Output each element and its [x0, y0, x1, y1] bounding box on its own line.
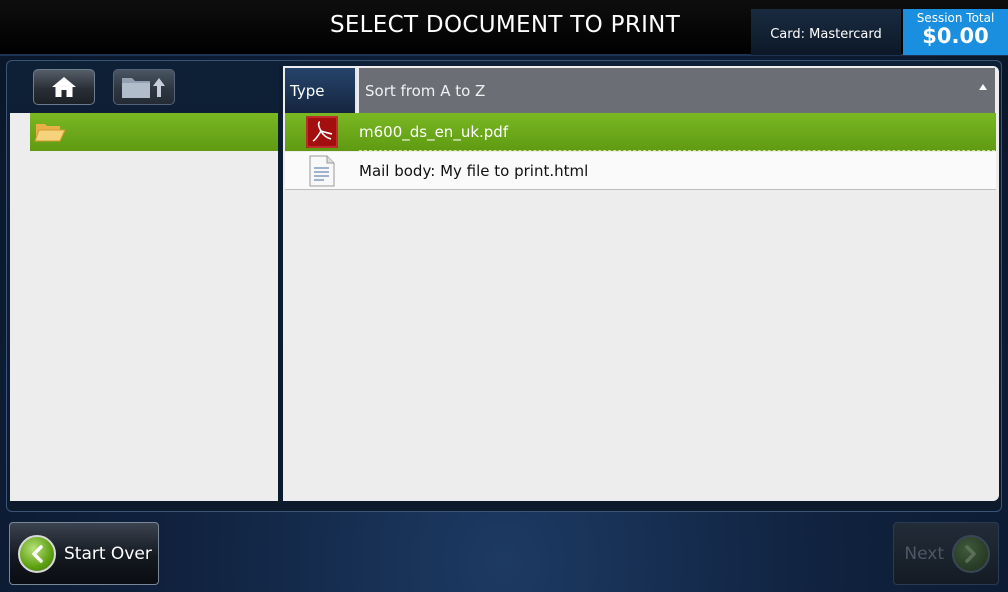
home-button[interactable]	[33, 69, 95, 105]
folder-up-icon	[122, 78, 165, 98]
start-over-label: Start Over	[64, 543, 152, 564]
folder-up-button[interactable]	[113, 69, 175, 105]
forward-arrow-icon	[952, 534, 990, 573]
start-over-button[interactable]: Start Over	[9, 522, 159, 585]
back-arrow-icon	[18, 534, 56, 573]
open-folder-icon	[34, 124, 66, 142]
type-column-header[interactable]: Type	[285, 68, 357, 113]
next-label: Next	[904, 543, 944, 564]
folder-tree-item[interactable]	[30, 113, 278, 151]
session-total-box: Session Total $0.00	[903, 9, 1008, 55]
sort-ascending-icon	[979, 84, 987, 90]
file-name: Mail body: My file to print.html	[359, 161, 589, 180]
file-row[interactable]: Mail body: My file to print.html	[285, 152, 996, 190]
name-sort-label: Sort from A to Z	[365, 81, 486, 100]
name-sort-column-header[interactable]: Sort from A to Z	[359, 68, 995, 113]
session-total-amount: $0.00	[922, 24, 989, 48]
card-info: Card: Mastercard	[751, 9, 901, 55]
session-total-label: Session Total	[916, 11, 995, 25]
home-icon	[52, 77, 76, 97]
folder-tree-panel	[10, 113, 278, 501]
file-row[interactable]: m600_ds_en_uk.pdf	[285, 113, 996, 151]
pdf-icon	[306, 116, 338, 148]
document-icon	[309, 155, 335, 186]
next-button[interactable]: Next	[893, 522, 999, 585]
header-bar: SELECT DOCUMENT TO PRINT Card: Mastercar…	[0, 0, 1008, 56]
file-name: m600_ds_en_uk.pdf	[359, 123, 509, 141]
panel-divider	[279, 66, 282, 502]
selection-underline	[359, 150, 995, 151]
